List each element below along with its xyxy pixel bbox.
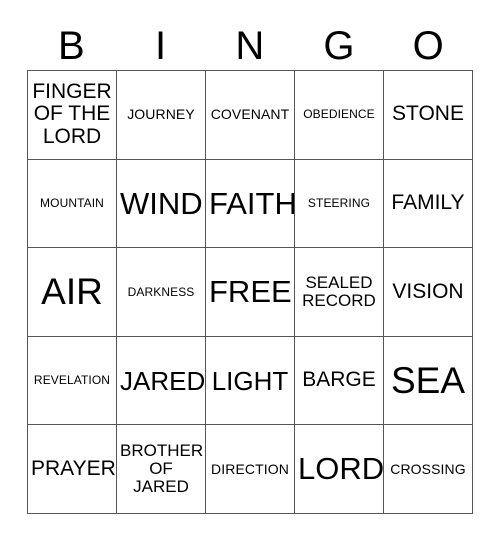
bingo-cell-r2c5[interactable]: FAMILY bbox=[384, 159, 473, 249]
bingo-cell-label: BROTHER OF JARED bbox=[120, 440, 204, 497]
bingo-cell-label: STEERING bbox=[307, 195, 371, 210]
bingo-cell-label: LIGHT bbox=[211, 365, 289, 396]
bingo-cell-r3c4[interactable]: SEALED RECORD bbox=[295, 248, 384, 337]
bingo-cell-label: MOUNTAIN bbox=[40, 195, 104, 210]
bingo-cell-label: DIRECTION bbox=[211, 460, 289, 477]
bingo-cell-r4c1[interactable]: REVELATION bbox=[28, 336, 117, 426]
bingo-cell-label: WIND bbox=[120, 185, 203, 221]
bingo-cell-r4c4[interactable]: BARGE bbox=[295, 336, 384, 426]
bingo-cell-r5c2[interactable]: BROTHER OF JARED bbox=[117, 425, 206, 514]
bingo-cell-label: SEALED RECORD bbox=[302, 272, 376, 310]
bingo-grid: FINGER OF THE LORD JOURNEY COVENANT OBEDIEN… bbox=[27, 70, 473, 514]
bingo-cell-r5c4[interactable]: LORD bbox=[295, 425, 384, 514]
bingo-card: B I N G O FINGER OF THE LORD JOURNEY COVEN… bbox=[0, 0, 500, 544]
bingo-cell-label: JOURNEY bbox=[127, 106, 195, 123]
bingo-cell-r3c3[interactable]: FREE bbox=[206, 248, 295, 337]
bingo-cell-label: AIR bbox=[41, 271, 103, 313]
bingo-cell-label: PRAYER bbox=[31, 456, 116, 480]
bingo-cell-r2c3[interactable]: FAITH bbox=[206, 159, 295, 249]
bingo-cell-r3c2[interactable]: DARKNESS bbox=[117, 248, 206, 337]
bingo-cell-label: REVELATION bbox=[33, 373, 111, 388]
bingo-cell-label: STONE bbox=[392, 102, 464, 126]
bingo-cell-label: CROSSING bbox=[390, 460, 466, 477]
bingo-cell-r5c3[interactable]: DIRECTION bbox=[206, 425, 295, 514]
bingo-cell-label: DARKNESS bbox=[127, 284, 195, 299]
bingo-header-row: B I N G O bbox=[27, 22, 473, 70]
bingo-cell-label: SEA bbox=[390, 359, 466, 401]
bingo-cell-label: FAITH bbox=[209, 185, 295, 221]
bingo-cell-r1c5[interactable]: STONE bbox=[384, 71, 473, 160]
bingo-cell-label: VISION bbox=[392, 279, 464, 303]
bingo-header-letter-o: O bbox=[412, 24, 445, 68]
bingo-cell-label: OBEDIENCE bbox=[303, 107, 375, 122]
bingo-cell-r2c2[interactable]: WIND bbox=[117, 159, 206, 249]
bingo-cell-r4c3[interactable]: LIGHT bbox=[206, 336, 295, 426]
bingo-cell-label: LORD bbox=[298, 451, 384, 487]
bingo-cell-label: FINGER OF THE LORD bbox=[32, 79, 112, 149]
bingo-cell-r3c1[interactable]: AIR bbox=[28, 248, 117, 337]
bingo-header-letter-i: I bbox=[154, 24, 167, 68]
bingo-cell-r1c2[interactable]: JOURNEY bbox=[117, 71, 206, 160]
bingo-header-letter-b: B bbox=[58, 24, 86, 68]
bingo-cell-r2c4[interactable]: STEERING bbox=[295, 159, 384, 249]
bingo-cell-r4c5[interactable]: SEA bbox=[384, 336, 473, 426]
bingo-cell-r1c3[interactable]: COVENANT bbox=[206, 71, 295, 160]
bingo-cell-label: FREE bbox=[209, 274, 292, 310]
bingo-cell-label: BARGE bbox=[302, 368, 376, 392]
bingo-cell-r3c5[interactable]: VISION bbox=[384, 248, 473, 337]
bingo-header-letter-n: N bbox=[235, 24, 265, 68]
bingo-cell-r5c5[interactable]: CROSSING bbox=[384, 425, 473, 514]
bingo-cell-label: COVENANT bbox=[210, 106, 290, 123]
bingo-cell-r1c1[interactable]: FINGER OF THE LORD bbox=[28, 71, 117, 160]
bingo-cell-r4c2[interactable]: JARED bbox=[117, 336, 206, 426]
bingo-header-letter-g: G bbox=[323, 24, 356, 68]
bingo-cell-r5c1[interactable]: PRAYER bbox=[28, 425, 117, 514]
bingo-cell-label: JARED bbox=[120, 365, 206, 396]
bingo-cell-label: FAMILY bbox=[391, 191, 465, 215]
bingo-cell-r1c4[interactable]: OBEDIENCE bbox=[295, 71, 384, 160]
bingo-cell-r2c1[interactable]: MOUNTAIN bbox=[28, 159, 117, 249]
